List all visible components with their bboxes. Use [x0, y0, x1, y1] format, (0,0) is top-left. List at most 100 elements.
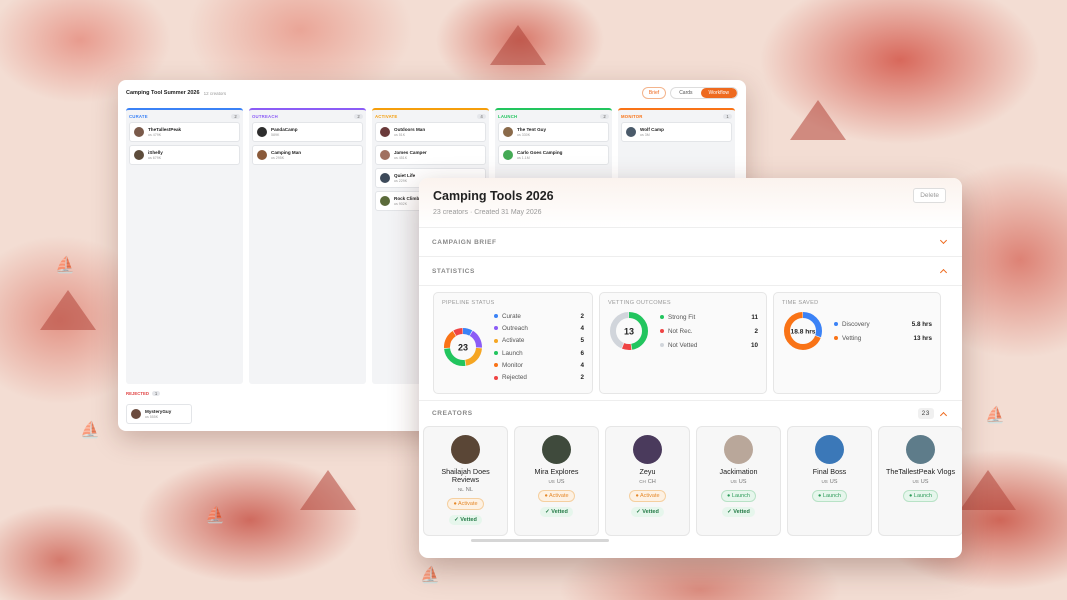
- chevron-up-icon[interactable]: [940, 410, 948, 418]
- cards-view-button[interactable]: Cards: [671, 88, 700, 98]
- creator-card[interactable]: iShelly us 679K: [129, 145, 240, 165]
- brief-button[interactable]: Brief: [641, 87, 667, 99]
- creator-card[interactable]: Zeyu CH CH ● Activate ✓ Vetted: [605, 426, 690, 536]
- creator-card[interactable]: MysteryGuy us 555K: [126, 404, 192, 424]
- creator-card-text: Wolf Camp us 3M: [640, 127, 664, 137]
- creator-name: Outdoors Man: [394, 127, 426, 132]
- creator-card[interactable]: Outdoors Man us 51K: [375, 122, 486, 142]
- creator-name: Final Boss: [812, 467, 847, 476]
- stage-label: Launch: [822, 493, 841, 499]
- rejected-label: REJECTED: [126, 391, 149, 396]
- board-creator-count: 12 creators: [203, 90, 227, 96]
- creator-card[interactable]: The Tent Guy us 330K: [498, 122, 609, 142]
- creator-card-text: iShelly us 679K: [148, 150, 163, 160]
- legend-label: Launch: [502, 349, 523, 357]
- horizontal-scrollbar[interactable]: [471, 539, 609, 542]
- pipeline-status-panel: PIPELINE STATUS 23 Curate 2 Outreach 4 Activ…: [433, 292, 593, 394]
- chevron-up-icon[interactable]: [940, 267, 948, 275]
- donut-total: 18.8 hrs: [791, 329, 816, 336]
- country-code: NL: [465, 487, 473, 493]
- legend-value: 11: [751, 313, 758, 321]
- creator-name: TheTallestPeak: [148, 127, 182, 132]
- legend-value: 4: [580, 361, 584, 369]
- legend-item: Not Rec. 2: [660, 324, 758, 338]
- section-title: CAMPAIGN BRIEF: [432, 238, 497, 246]
- section-title: STATISTICS: [432, 267, 475, 275]
- country-flag-icon: US: [548, 479, 555, 484]
- creator-card[interactable]: TheTallestPeak us 479K: [129, 122, 240, 142]
- boat-icon: ⛵: [420, 567, 440, 584]
- legend-item: Vetting 13 hrs: [834, 331, 932, 345]
- chevron-down-icon[interactable]: [940, 238, 948, 246]
- vetted-badge: ✓ Vetted: [631, 507, 664, 517]
- country-flag-icon: US: [821, 479, 828, 484]
- creator-card[interactable]: Jackimation US US ● Launch ✓ Vetted: [696, 426, 781, 536]
- campaign-brief-section[interactable]: CAMPAIGN BRIEF: [419, 228, 962, 257]
- boat-icon: ⛵: [205, 507, 225, 524]
- avatar: [380, 173, 390, 183]
- creator-card[interactable]: Final Boss US US ● Launch: [787, 426, 872, 536]
- creator-card[interactable]: Wolf Camp us 3M: [621, 122, 732, 142]
- avatar: [380, 150, 390, 160]
- creators-section[interactable]: CREATORS 23: [419, 400, 962, 426]
- creator-name: Carlo Goes Camping: [517, 150, 563, 155]
- creator-name: TheTallestPeak Vlogs: [885, 467, 956, 476]
- avatar: [257, 127, 267, 137]
- statistics-section[interactable]: STATISTICS: [419, 257, 962, 286]
- board-column: OUTREACH 2 PandaCamp 589K Camping Man us 295K: [249, 108, 366, 384]
- avatar: [134, 127, 144, 137]
- pipeline-donut-chart: 23: [444, 327, 482, 366]
- legend-item: Discovery 5.8 hrs: [834, 317, 932, 331]
- country-code: US: [920, 479, 929, 485]
- creator-card-text: Rock Climb us 902K: [394, 196, 419, 206]
- delete-button[interactable]: Delete: [913, 188, 946, 203]
- legend-dot: [660, 329, 664, 333]
- legend-item: Rejected 2: [494, 371, 584, 383]
- panel-body: 23 Curate 2 Outreach 4 Activate 5 Launch 6 Monit…: [442, 310, 584, 384]
- creator-card-text: Carlo Goes Camping us 1.1M: [517, 150, 562, 160]
- creator-card[interactable]: TheTallestPeak Vlogs US US ● Launch: [878, 426, 962, 536]
- column-header: LAUNCH 2: [498, 110, 609, 122]
- workflow-view-button[interactable]: Workflow: [700, 88, 737, 98]
- rejected-header: REJECTED 1: [126, 391, 161, 396]
- avatar: [815, 435, 844, 464]
- legend-label: Monitor: [502, 361, 523, 369]
- creator-card-text: The Tent Guy us 330K: [517, 127, 546, 137]
- legend-label: Outreach: [502, 324, 528, 332]
- creator-card[interactable]: Camping Man us 295K: [252, 145, 363, 165]
- creator-card[interactable]: Mira Explores US US ● Activate ✓ Vetted: [514, 426, 599, 536]
- campaign-header: Camping Tools 2026 23 creators · Created…: [419, 178, 962, 228]
- stage-label: Launch: [731, 493, 750, 499]
- avatar: [134, 150, 144, 160]
- creator-card[interactable]: Carlo Goes Camping us 1.1M: [498, 145, 609, 165]
- creator-card[interactable]: James Camper us 451K: [375, 145, 486, 165]
- view-toggle: Cards Workflow: [670, 87, 738, 99]
- column-count: 2: [600, 113, 609, 119]
- creator-card[interactable]: PandaCamp 589K: [252, 122, 363, 142]
- board-header: Camping Tool Summer 2026 12 creators Bri…: [118, 80, 746, 106]
- country-code: US: [556, 479, 565, 485]
- creator-card-text: Outdoors Man us 51K: [394, 127, 425, 137]
- creator-name: iShelly: [148, 150, 163, 155]
- legend-item: Activate 5: [494, 335, 584, 347]
- country-flag-icon: US: [912, 479, 919, 484]
- legend-value: 2: [580, 374, 584, 382]
- column-count: 1: [723, 113, 732, 119]
- rejected-count: 1: [151, 391, 161, 396]
- avatar: [257, 150, 267, 160]
- country-code: CH: [647, 479, 656, 485]
- creator-country: US US: [821, 479, 837, 485]
- vetting-legend: Strong Fit 11 Not Rec. 2 Not Vetted 10: [660, 310, 758, 352]
- legend-dot: [494, 338, 498, 343]
- vetted-badge: ✓ Vetted: [540, 507, 573, 517]
- creators-count-badge: 23: [917, 408, 934, 419]
- stage-label: Activate: [457, 501, 478, 507]
- map-mountain: [490, 25, 546, 65]
- creator-card[interactable]: Shailajah Does Reviews NL NL ● Activate ✓ Ve…: [423, 426, 508, 536]
- boat-icon: ⛵: [55, 257, 75, 274]
- legend-value: 5: [580, 337, 584, 345]
- donut-total: 23: [458, 342, 468, 352]
- avatar: [542, 435, 571, 464]
- pipeline-legend: Curate 2 Outreach 4 Activate 5 Launch 6 Monitor 4…: [494, 310, 584, 384]
- column-header: MONITOR 1: [621, 110, 732, 122]
